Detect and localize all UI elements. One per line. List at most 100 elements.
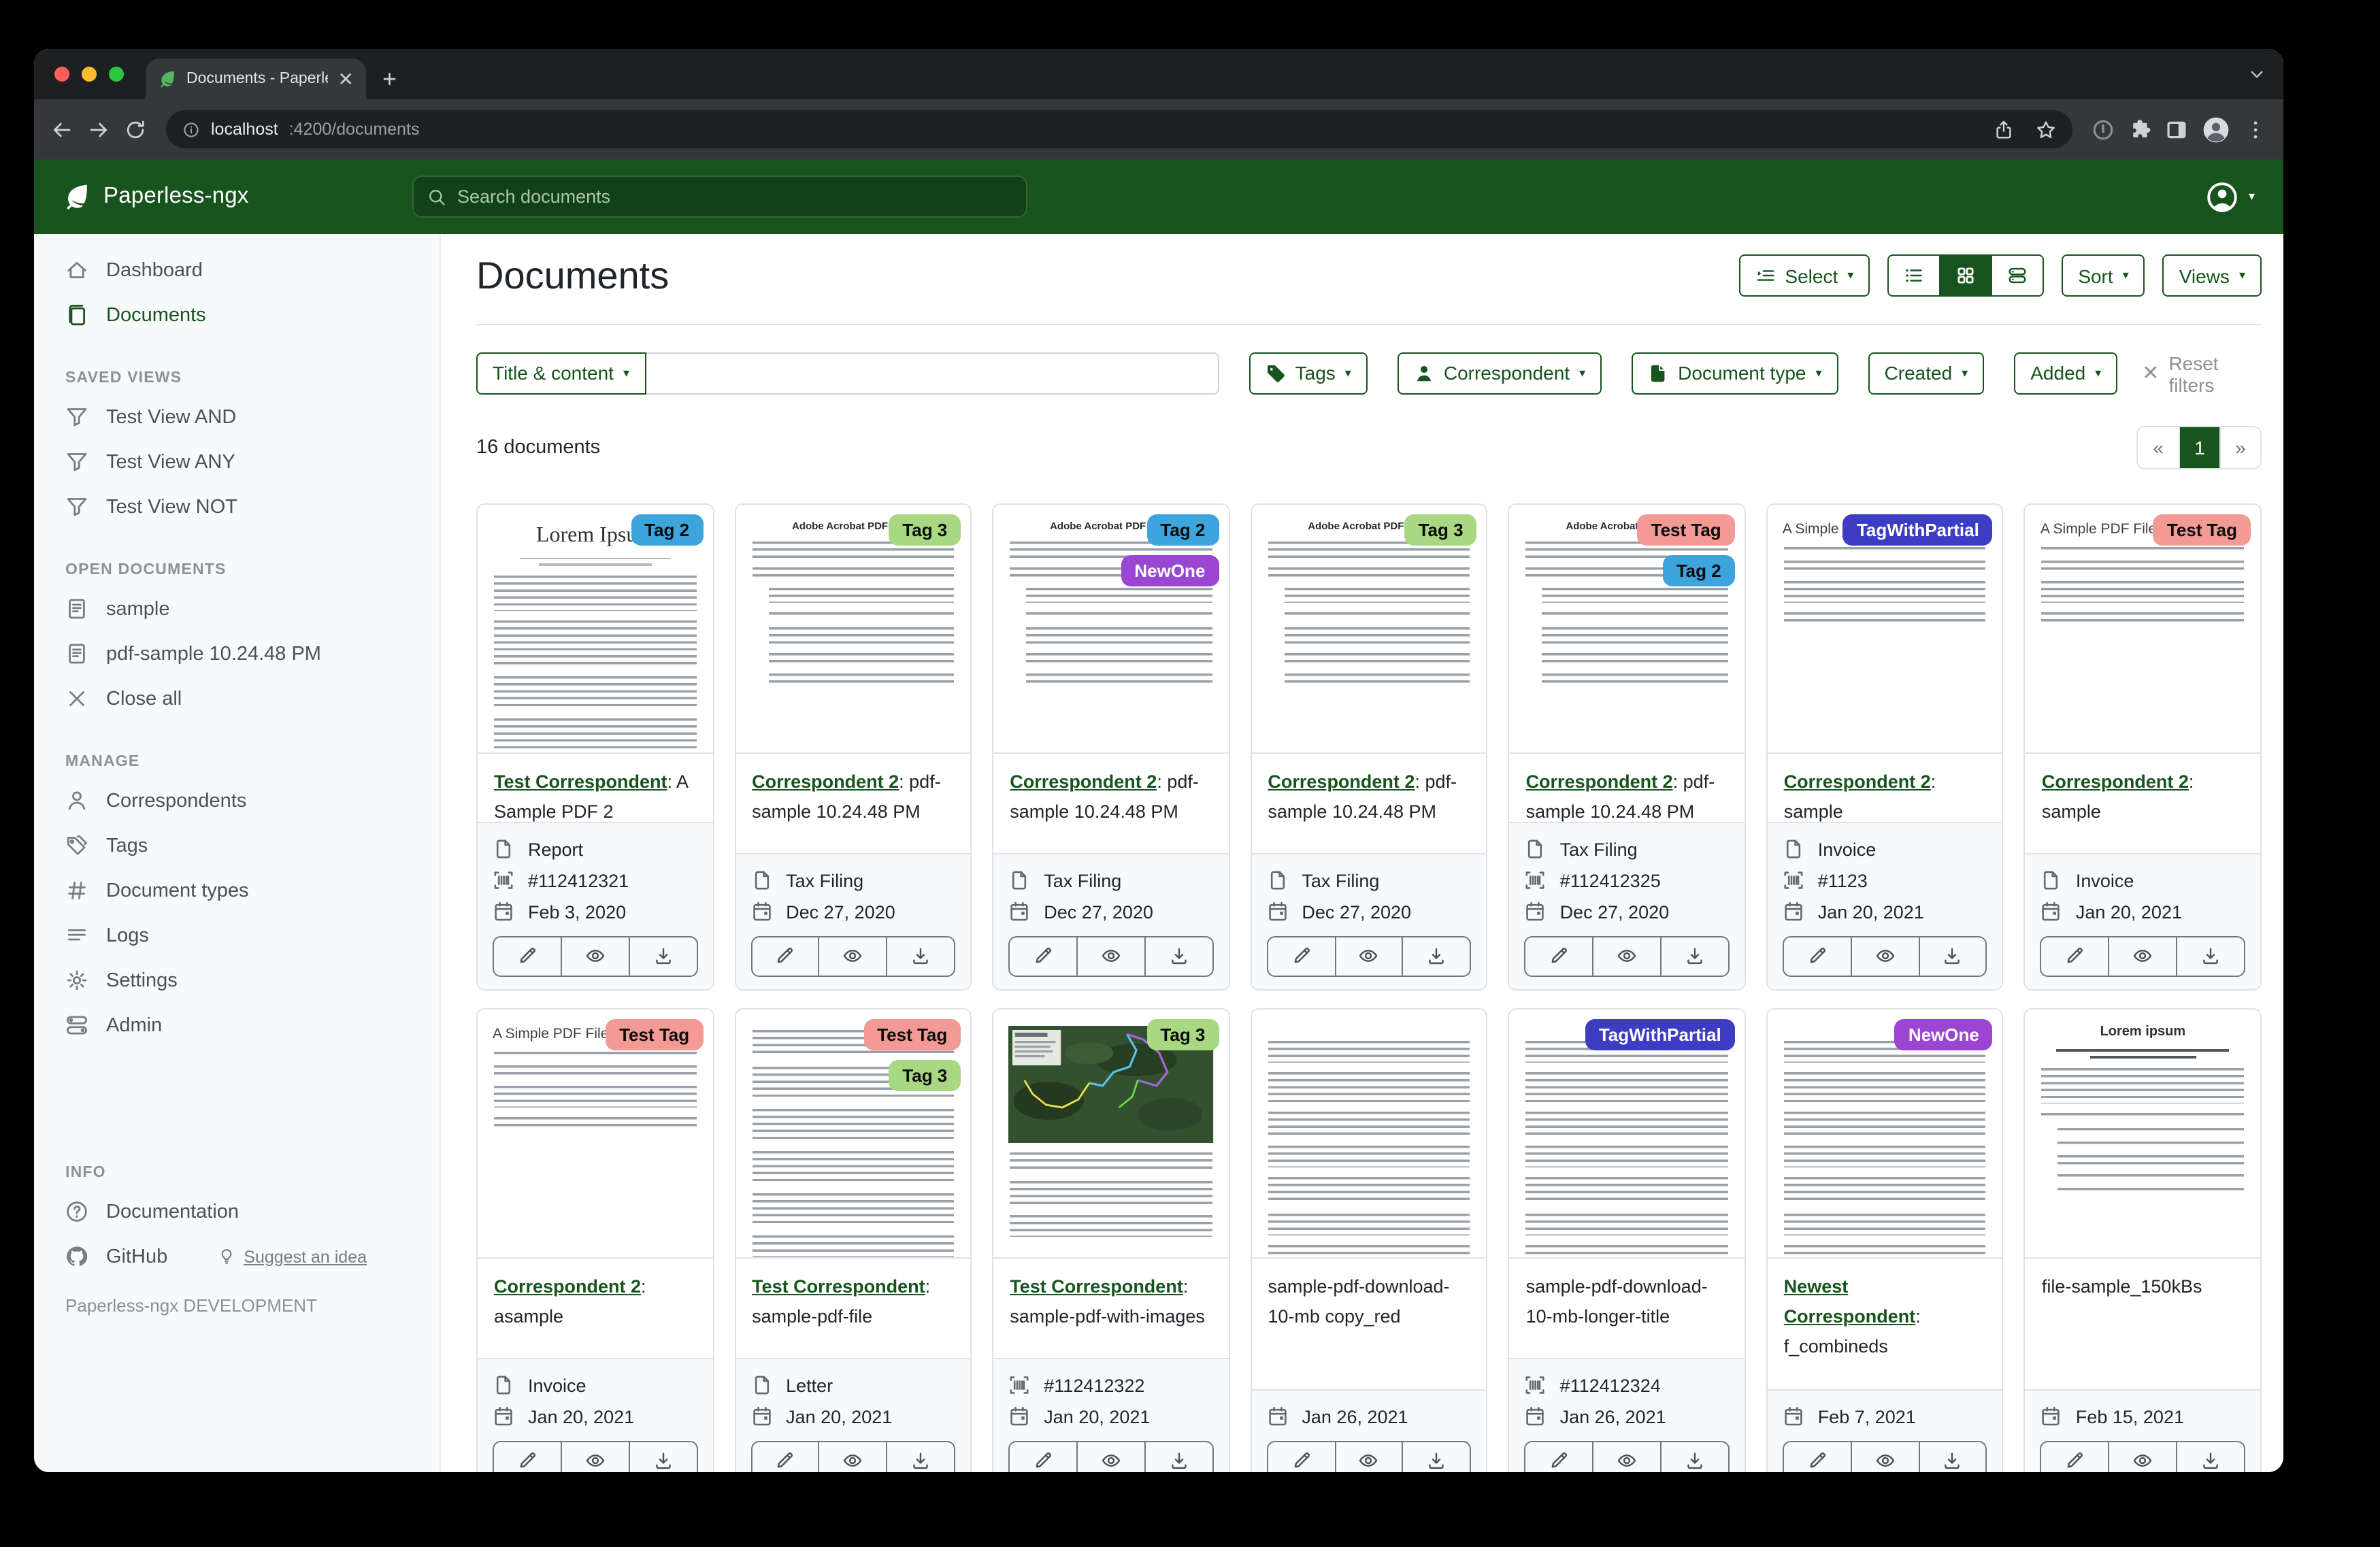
document-thumbnail[interactable]: Lorem ipsum xyxy=(2026,1009,2260,1258)
download-button[interactable] xyxy=(1144,1442,1212,1472)
app-brand[interactable]: Paperless-ngx xyxy=(63,182,412,211)
sidebar-item-documents[interactable]: Documents xyxy=(34,293,440,337)
extensions-puzzle-icon[interactable] xyxy=(2128,118,2151,141)
download-button[interactable] xyxy=(1144,937,1212,975)
edit-button[interactable] xyxy=(752,1442,819,1472)
preview-button[interactable] xyxy=(1850,937,1918,975)
document-thumbnail[interactable]: Adobe Acrobat PDF FilesTag 2NewOne xyxy=(993,504,1228,753)
preview-button[interactable] xyxy=(819,937,887,975)
download-button[interactable] xyxy=(2176,937,2244,975)
correspondent-link[interactable]: Correspondent 2 xyxy=(1268,771,1415,791)
reload-icon[interactable] xyxy=(124,118,147,141)
sidebar-item-test-view-not[interactable]: Test View NOT xyxy=(34,484,440,529)
tag-badge-tag-2[interactable]: Tag 2 xyxy=(631,514,703,545)
correspondent-link[interactable]: Correspondent 2 xyxy=(1784,771,1931,791)
document-card[interactable]: Adobe Acrobat PDF FilesTag 3Corresponden… xyxy=(734,503,972,990)
tag-badge-test-tag[interactable]: Test Tag xyxy=(606,1018,703,1050)
browser-profile-avatar[interactable] xyxy=(2202,115,2230,144)
document-thumbnail[interactable] xyxy=(1251,1009,1486,1258)
sidebar-item-correspondents[interactable]: Correspondents xyxy=(34,778,440,823)
download-button[interactable] xyxy=(1402,937,1470,975)
sidebar-item-test-view-and[interactable]: Test View AND xyxy=(34,395,440,439)
sidebar-item-dashboard[interactable]: Dashboard xyxy=(34,248,440,293)
correspondent-link[interactable]: Test Correspondent xyxy=(1010,1276,1183,1296)
document-card[interactable]: Tag 3Test Correspondent: sample-pdf-with… xyxy=(992,1008,1229,1472)
grid-view-button[interactable] xyxy=(1939,255,1992,297)
views-button[interactable]: Views▾ xyxy=(2163,255,2262,297)
list-view-button[interactable] xyxy=(1887,255,1940,297)
preview-button[interactable] xyxy=(1850,1442,1918,1472)
browser-tab[interactable]: Documents - Paperless-ngx ✕ xyxy=(146,59,366,99)
tag-badge-tag-3[interactable]: Tag 3 xyxy=(889,1059,961,1091)
sidebar-item-tags[interactable]: Tags xyxy=(34,823,440,868)
password-extension-icon[interactable] xyxy=(2092,118,2115,141)
window-zoom-button[interactable] xyxy=(109,67,124,82)
forward-icon[interactable] xyxy=(87,118,110,141)
edit-button[interactable] xyxy=(1526,937,1593,975)
download-button[interactable] xyxy=(628,937,696,975)
tag-badge-tag-3[interactable]: Tag 3 xyxy=(1146,1018,1219,1050)
sidebar-item-github[interactable]: GitHubSuggest an idea xyxy=(34,1234,440,1279)
filter-created-button[interactable]: Created▾ xyxy=(1868,352,1985,394)
user-menu[interactable]: ▾ xyxy=(2207,180,2255,213)
tag-badge-test-tag[interactable]: Test Tag xyxy=(1638,514,1735,545)
download-button[interactable] xyxy=(1660,937,1728,975)
window-minimize-button[interactable] xyxy=(82,67,97,82)
document-card[interactable]: TagWithPartialsample-pdf-download-10-mb-… xyxy=(1508,1008,1746,1472)
detail-view-button[interactable] xyxy=(1991,255,2044,297)
edit-button[interactable] xyxy=(1526,1442,1593,1472)
share-icon[interactable] xyxy=(1994,119,2014,139)
download-button[interactable] xyxy=(887,1442,955,1472)
url-bar[interactable]: localhost :4200/documents xyxy=(166,110,2072,148)
download-button[interactable] xyxy=(628,1442,696,1472)
site-info-icon[interactable] xyxy=(182,120,200,138)
download-button[interactable] xyxy=(1402,1442,1470,1472)
edit-button[interactable] xyxy=(494,1442,561,1472)
document-thumbnail[interactable]: Adobe Acrobat PDF FilesTest TagTag 2 xyxy=(1510,504,1745,753)
document-card[interactable]: sample-pdf-download-10-mb copy_redJan 26… xyxy=(1250,1008,1487,1472)
correspondent-link[interactable]: Newest Correspondent xyxy=(1784,1276,1916,1327)
document-card[interactable]: Adobe Acrobat PDF FilesTag 3Corresponden… xyxy=(1250,503,1487,990)
bookmark-star-icon[interactable] xyxy=(2036,119,2056,139)
sidebar-item-admin[interactable]: Admin xyxy=(34,1003,440,1048)
document-card[interactable]: Lorem ipsumfile-sample_150kBsFeb 15, 202… xyxy=(2024,1008,2262,1472)
search-input[interactable] xyxy=(457,186,1012,207)
correspondent-link[interactable]: Correspondent 2 xyxy=(1526,771,1673,791)
document-thumbnail[interactable]: A Simple PDF FileTagWithPartial xyxy=(1768,504,2002,753)
document-thumbnail[interactable]: A Simple PDF FileTest Tag xyxy=(2026,504,2260,753)
document-thumbnail[interactable]: A Simple PDF FileTest Tag xyxy=(478,1009,712,1258)
tag-badge-test-tag[interactable]: Test Tag xyxy=(863,1018,961,1050)
preview-button[interactable] xyxy=(1334,937,1402,975)
edit-button[interactable] xyxy=(752,937,819,975)
window-close-button[interactable] xyxy=(54,67,69,82)
preview-button[interactable] xyxy=(1592,937,1660,975)
sidebar-item-settings[interactable]: Settings xyxy=(34,958,440,1003)
document-thumbnail[interactable]: NewOne xyxy=(1768,1009,2002,1258)
tag-badge-tag-3[interactable]: Tag 3 xyxy=(889,514,961,545)
filter-field-button[interactable]: Title & content▾ xyxy=(476,352,646,394)
tag-badge-test-tag[interactable]: Test Tag xyxy=(2153,514,2251,545)
edit-button[interactable] xyxy=(494,937,561,975)
edit-button[interactable] xyxy=(2042,1442,2109,1472)
filter-added-button[interactable]: Added▾ xyxy=(2014,352,2117,394)
tag-badge-newone[interactable]: NewOne xyxy=(1895,1018,1993,1050)
download-button[interactable] xyxy=(1918,937,1986,975)
preview-button[interactable] xyxy=(561,1442,629,1472)
sort-button[interactable]: Sort▾ xyxy=(2062,255,2145,297)
global-search[interactable] xyxy=(412,176,1027,218)
preview-button[interactable] xyxy=(2109,1442,2177,1472)
download-button[interactable] xyxy=(887,937,955,975)
document-card[interactable]: Test TagTag 3Test Correspondent: sample-… xyxy=(734,1008,972,1472)
tag-badge-tagwithpartial[interactable]: TagWithPartial xyxy=(1585,1018,1735,1050)
document-thumbnail[interactable]: Tag 3 xyxy=(993,1009,1228,1258)
suggest-an-idea-link[interactable]: Suggest an idea xyxy=(218,1247,367,1266)
sidebar-item-documentation[interactable]: Documentation xyxy=(34,1189,440,1234)
sidebar-item-sample[interactable]: sample xyxy=(34,586,440,631)
correspondent-link[interactable]: Correspondent 2 xyxy=(752,771,899,791)
tag-badge-tagwithpartial[interactable]: TagWithPartial xyxy=(1843,514,1993,545)
browser-menu-dots-icon[interactable] xyxy=(2244,118,2267,141)
filter-text-input[interactable] xyxy=(646,352,1219,394)
edit-button[interactable] xyxy=(1268,1442,1334,1472)
document-card[interactable]: NewOneNewest Correspondent: f_combinedsF… xyxy=(1766,1008,2004,1472)
preview-button[interactable] xyxy=(819,1442,887,1472)
